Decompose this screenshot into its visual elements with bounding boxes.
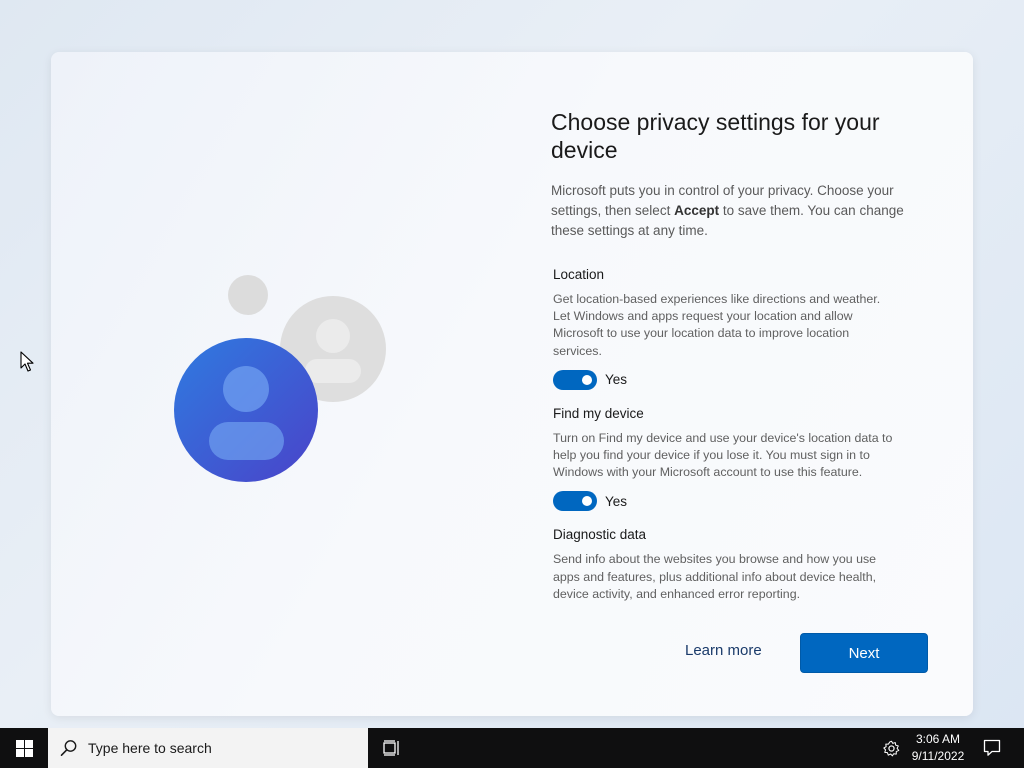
setting-description: Send info about the websites you browse … — [553, 552, 877, 601]
setting-title: Diagnostic data — [553, 527, 647, 543]
setting-diagnostic-data: Diagnostic data Send info about the webs… — [553, 526, 893, 603]
taskbar: Type here to search 3:06 AM 9/11/2022 — [0, 728, 1024, 768]
notification-center-button[interactable] — [978, 728, 1006, 768]
next-button[interactable]: Next — [800, 633, 928, 673]
start-button[interactable] — [0, 728, 48, 768]
setting-description: Get location-based experiences like dire… — [553, 292, 881, 358]
toggle-row: Yes — [553, 369, 893, 391]
toggle-label: Yes — [605, 493, 628, 509]
toggle-label: Yes — [605, 372, 628, 388]
people-icon — [174, 275, 386, 482]
mouse-cursor-icon — [20, 351, 34, 372]
intro-text: Microsoft puts you in control of your pr… — [551, 183, 904, 238]
privacy-content: Choose privacy settings for your device … — [551, 52, 931, 716]
setting-title: Find my device — [553, 405, 644, 421]
clock-date: 9/11/2022 — [911, 749, 965, 763]
notification-icon — [983, 739, 1001, 756]
clock-time: 3:06 AM — [915, 732, 961, 746]
settings-scroll-area[interactable]: Location Get location-based experiences … — [553, 266, 893, 608]
setting-location: Location Get location-based experiences … — [553, 266, 893, 391]
setting-description: Turn on Find my device and use your devi… — [553, 430, 893, 480]
taskbar-clock[interactable]: 3:06 AM 9/11/2022 — [908, 731, 968, 765]
search-icon — [60, 740, 77, 757]
accept-keyword: Accept — [674, 203, 720, 218]
gear-icon — [882, 740, 899, 756]
windows-logo-icon — [15, 739, 33, 757]
setting-find-my-device: Find my device Turn on Find my device an… — [553, 405, 893, 513]
setting-title: Location — [553, 267, 605, 282]
page-title: Choose privacy settings for your device — [551, 109, 880, 163]
find-my-device-toggle[interactable] — [553, 491, 597, 512]
taskbar-search-box[interactable]: Type here to search — [48, 728, 368, 768]
location-toggle[interactable] — [553, 369, 597, 390]
toggle-row: Yes — [553, 490, 893, 512]
oobe-dialog: Choose privacy settings for your device … — [51, 52, 973, 716]
search-placeholder: Type here to search — [88, 740, 212, 756]
learn-more-link[interactable]: Learn more — [685, 642, 762, 659]
task-view-icon — [383, 740, 399, 756]
task-view-button[interactable] — [376, 728, 408, 768]
tray-settings-button[interactable] — [878, 728, 904, 768]
